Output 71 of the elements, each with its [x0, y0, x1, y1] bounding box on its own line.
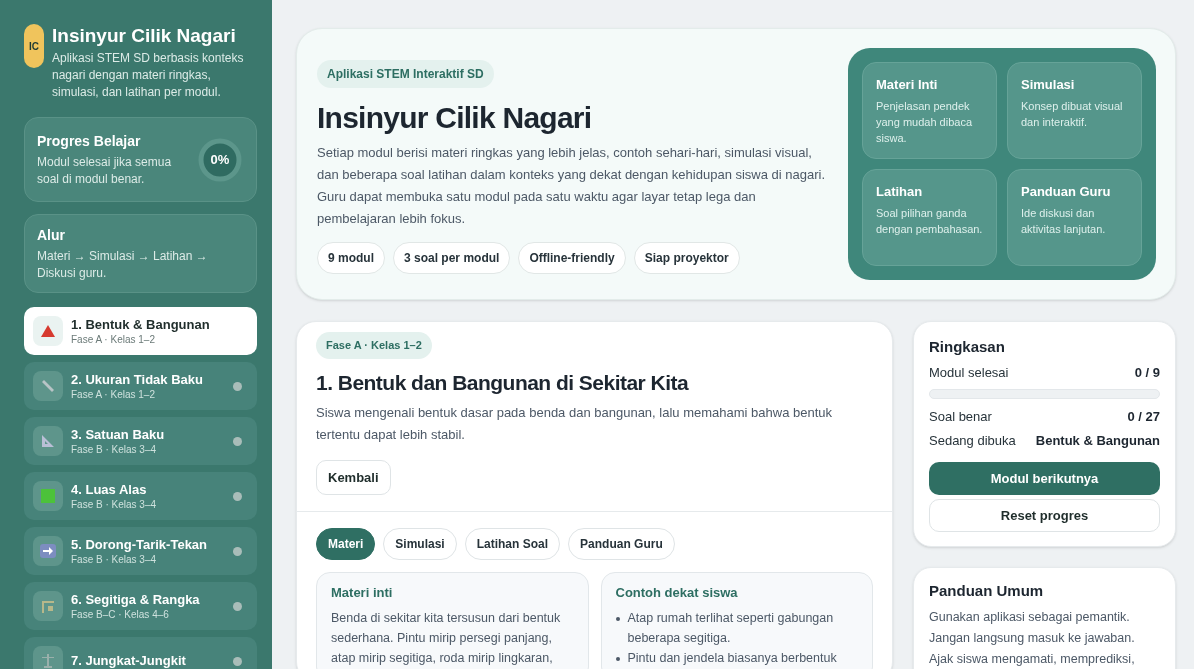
progress-text: Modul selesai jika semua soal di modul benar. — [37, 154, 173, 188]
progress-title: Progres Belajar — [37, 132, 142, 151]
flow-text: Materi → Simulasi → Latihan → Diskusi guru. — [37, 248, 209, 282]
example-item: Pintu dan jendela biasanya berbentuk — [627, 649, 837, 667]
summary-title: Ringkasan — [929, 337, 1006, 357]
feature-chip: Siap proyektor — [633, 242, 740, 274]
logo-text: IC — [29, 39, 39, 54]
feature-text: Konsep dibuat visual dan interaktif. — [1021, 98, 1124, 130]
summary-label: Sedang dibuka — [929, 431, 1016, 450]
guide-title: Panduan Umum — [929, 581, 1045, 601]
module-tab[interactable]: Latihan Soal — [464, 528, 561, 560]
feature-title: Materi Inti — [876, 76, 939, 94]
feature-chip: 3 soal per modul — [393, 242, 511, 274]
module-meta: Fase B · Kelas 3–4 — [71, 442, 158, 456]
feature-chip: Offline-friendly — [518, 242, 626, 274]
module-item[interactable]: 2. Ukuran Tidak Baku Fase A · Kelas 1–2 — [24, 362, 257, 410]
module-meta: Fase B · Kelas 3–4 — [71, 552, 158, 566]
app-title: Insinyur Cilik Nagari — [52, 24, 237, 48]
example-item: Atap rumah terlihat seperti gabungan beberapa segitiga. — [627, 609, 835, 647]
feature-text: Penjelasan pendek yang mudah dibaca siswa. — [876, 98, 973, 146]
module-item[interactable]: 4. Luas Alas Fase B · Kelas 3–4 — [24, 472, 257, 520]
feature-title: Simulasi — [1021, 76, 1076, 94]
module-item[interactable]: 3. Satuan Baku Fase B · Kelas 3–4 — [24, 417, 257, 465]
app-subtitle: Aplikasi STEM SD berbasis konteks nagari dengan materi ringkas, simulasi, dan latihan per modul. — [52, 50, 245, 101]
module-title: 6. Segitiga & Rangka — [71, 591, 201, 608]
bullet-icon — [615, 656, 620, 661]
module-tab[interactable]: Materi — [316, 528, 376, 560]
module-description: Siswa mengenali bentuk dasar pada benda dan bangunan, lalu memahami bahwa bentuk tertentu dapat lebih stabil. — [316, 403, 834, 444]
module-meta: Fase A · Kelas 1–2 — [71, 332, 156, 346]
module-title: 4. Luas Alas — [71, 481, 148, 498]
feature-title: Panduan Guru — [1021, 183, 1112, 201]
module-meta: Fase B · Kelas 3–4 — [71, 497, 158, 511]
module-item[interactable]: 5. Dorong-Tarik-Tekan Fase B · Kelas 3–4 — [24, 527, 257, 575]
progress-percent: 0% — [209, 150, 231, 169]
guide-text: Gunakan aplikasi sebagai pemantik. Jangan langsung masuk ke jawaban. Ajak siswa mengamati, memprediksi, — [929, 608, 1136, 668]
module-heading: 1. Bentuk dan Bangunan di Sekitar Kita — [316, 369, 689, 396]
content-text: Benda di sekitar kita tersusun dari bentuk sederhana. Pintu mirip persegi panjang, atap mirip segitiga, roda mirip lingkaran, — [331, 609, 562, 667]
feature-chip: 9 modul — [317, 242, 385, 274]
content-title: Contoh dekat siswa — [615, 584, 739, 602]
module-tab[interactable]: Panduan Guru — [568, 528, 675, 560]
module-title: 3. Satuan Baku — [71, 426, 166, 443]
module-meta: Fase A · Kelas 1–2 — [71, 387, 156, 401]
module-tab[interactable]: Simulasi — [383, 528, 457, 560]
module-meta: Fase B–C · Kelas 4–6 — [71, 607, 170, 621]
summary-label: Modul selesai — [929, 363, 1009, 382]
module-title: 7. Jungkat-Jungkit — [71, 653, 187, 669]
summary-value: 0 / 27 — [1127, 408, 1160, 426]
module-badge: Fase A · Kelas 1–2 — [316, 332, 432, 359]
summary-value: Bentuk & Bangunan — [1035, 431, 1160, 450]
bullet-icon — [615, 616, 620, 621]
module-item[interactable]: 7. Jungkat-Jungkit — [24, 637, 257, 669]
reset-progress-button[interactable]: Reset progres — [929, 499, 1160, 532]
flow-title: Alur — [37, 226, 66, 245]
feature-text: Ide diskusi dan aktivitas lanjutan. — [1021, 205, 1107, 237]
module-title: 1. Bentuk & Bangunan — [71, 316, 211, 333]
square-icon — [39, 487, 57, 505]
hero-title: Insinyur Cilik Nagari — [317, 100, 592, 136]
hero-badge: Aplikasi STEM Interaktif SD — [317, 60, 494, 88]
summary-label: Soal benar — [929, 408, 992, 426]
back-button[interactable]: Kembali — [316, 459, 391, 495]
module-title: 5. Dorong-Tarik-Tekan — [71, 536, 209, 553]
module-title: 2. Ukuran Tidak Baku — [71, 371, 204, 388]
content-title: Materi inti — [331, 584, 394, 602]
hero-description: Setiap modul berisi materi ringkas yang lebih jelas, contoh sehari-hari, simulasi visual, dan beberapa soal latihan dalam konteks yang dekat dengan kehidupan siswa di nagari. Guru dapat membuka satu modul pada satu waktu agar layar tetap lega dan pembelajaran lebih fokus. — [317, 144, 827, 228]
scale-icon — [39, 652, 57, 669]
module-item[interactable]: 6. Segitiga & Rangka Fase B–C · Kelas 4–6 — [24, 582, 257, 630]
next-module-button[interactable]: Modul berikutnya — [929, 462, 1160, 495]
feature-text: Soal pilihan ganda dengan pembahasan. — [876, 205, 983, 237]
summary-value: 0 / 9 — [1134, 363, 1160, 382]
feature-title: Latihan — [876, 183, 924, 201]
module-item[interactable]: 1. Bentuk & Bangunan Fase A · Kelas 1–2 — [24, 307, 257, 355]
